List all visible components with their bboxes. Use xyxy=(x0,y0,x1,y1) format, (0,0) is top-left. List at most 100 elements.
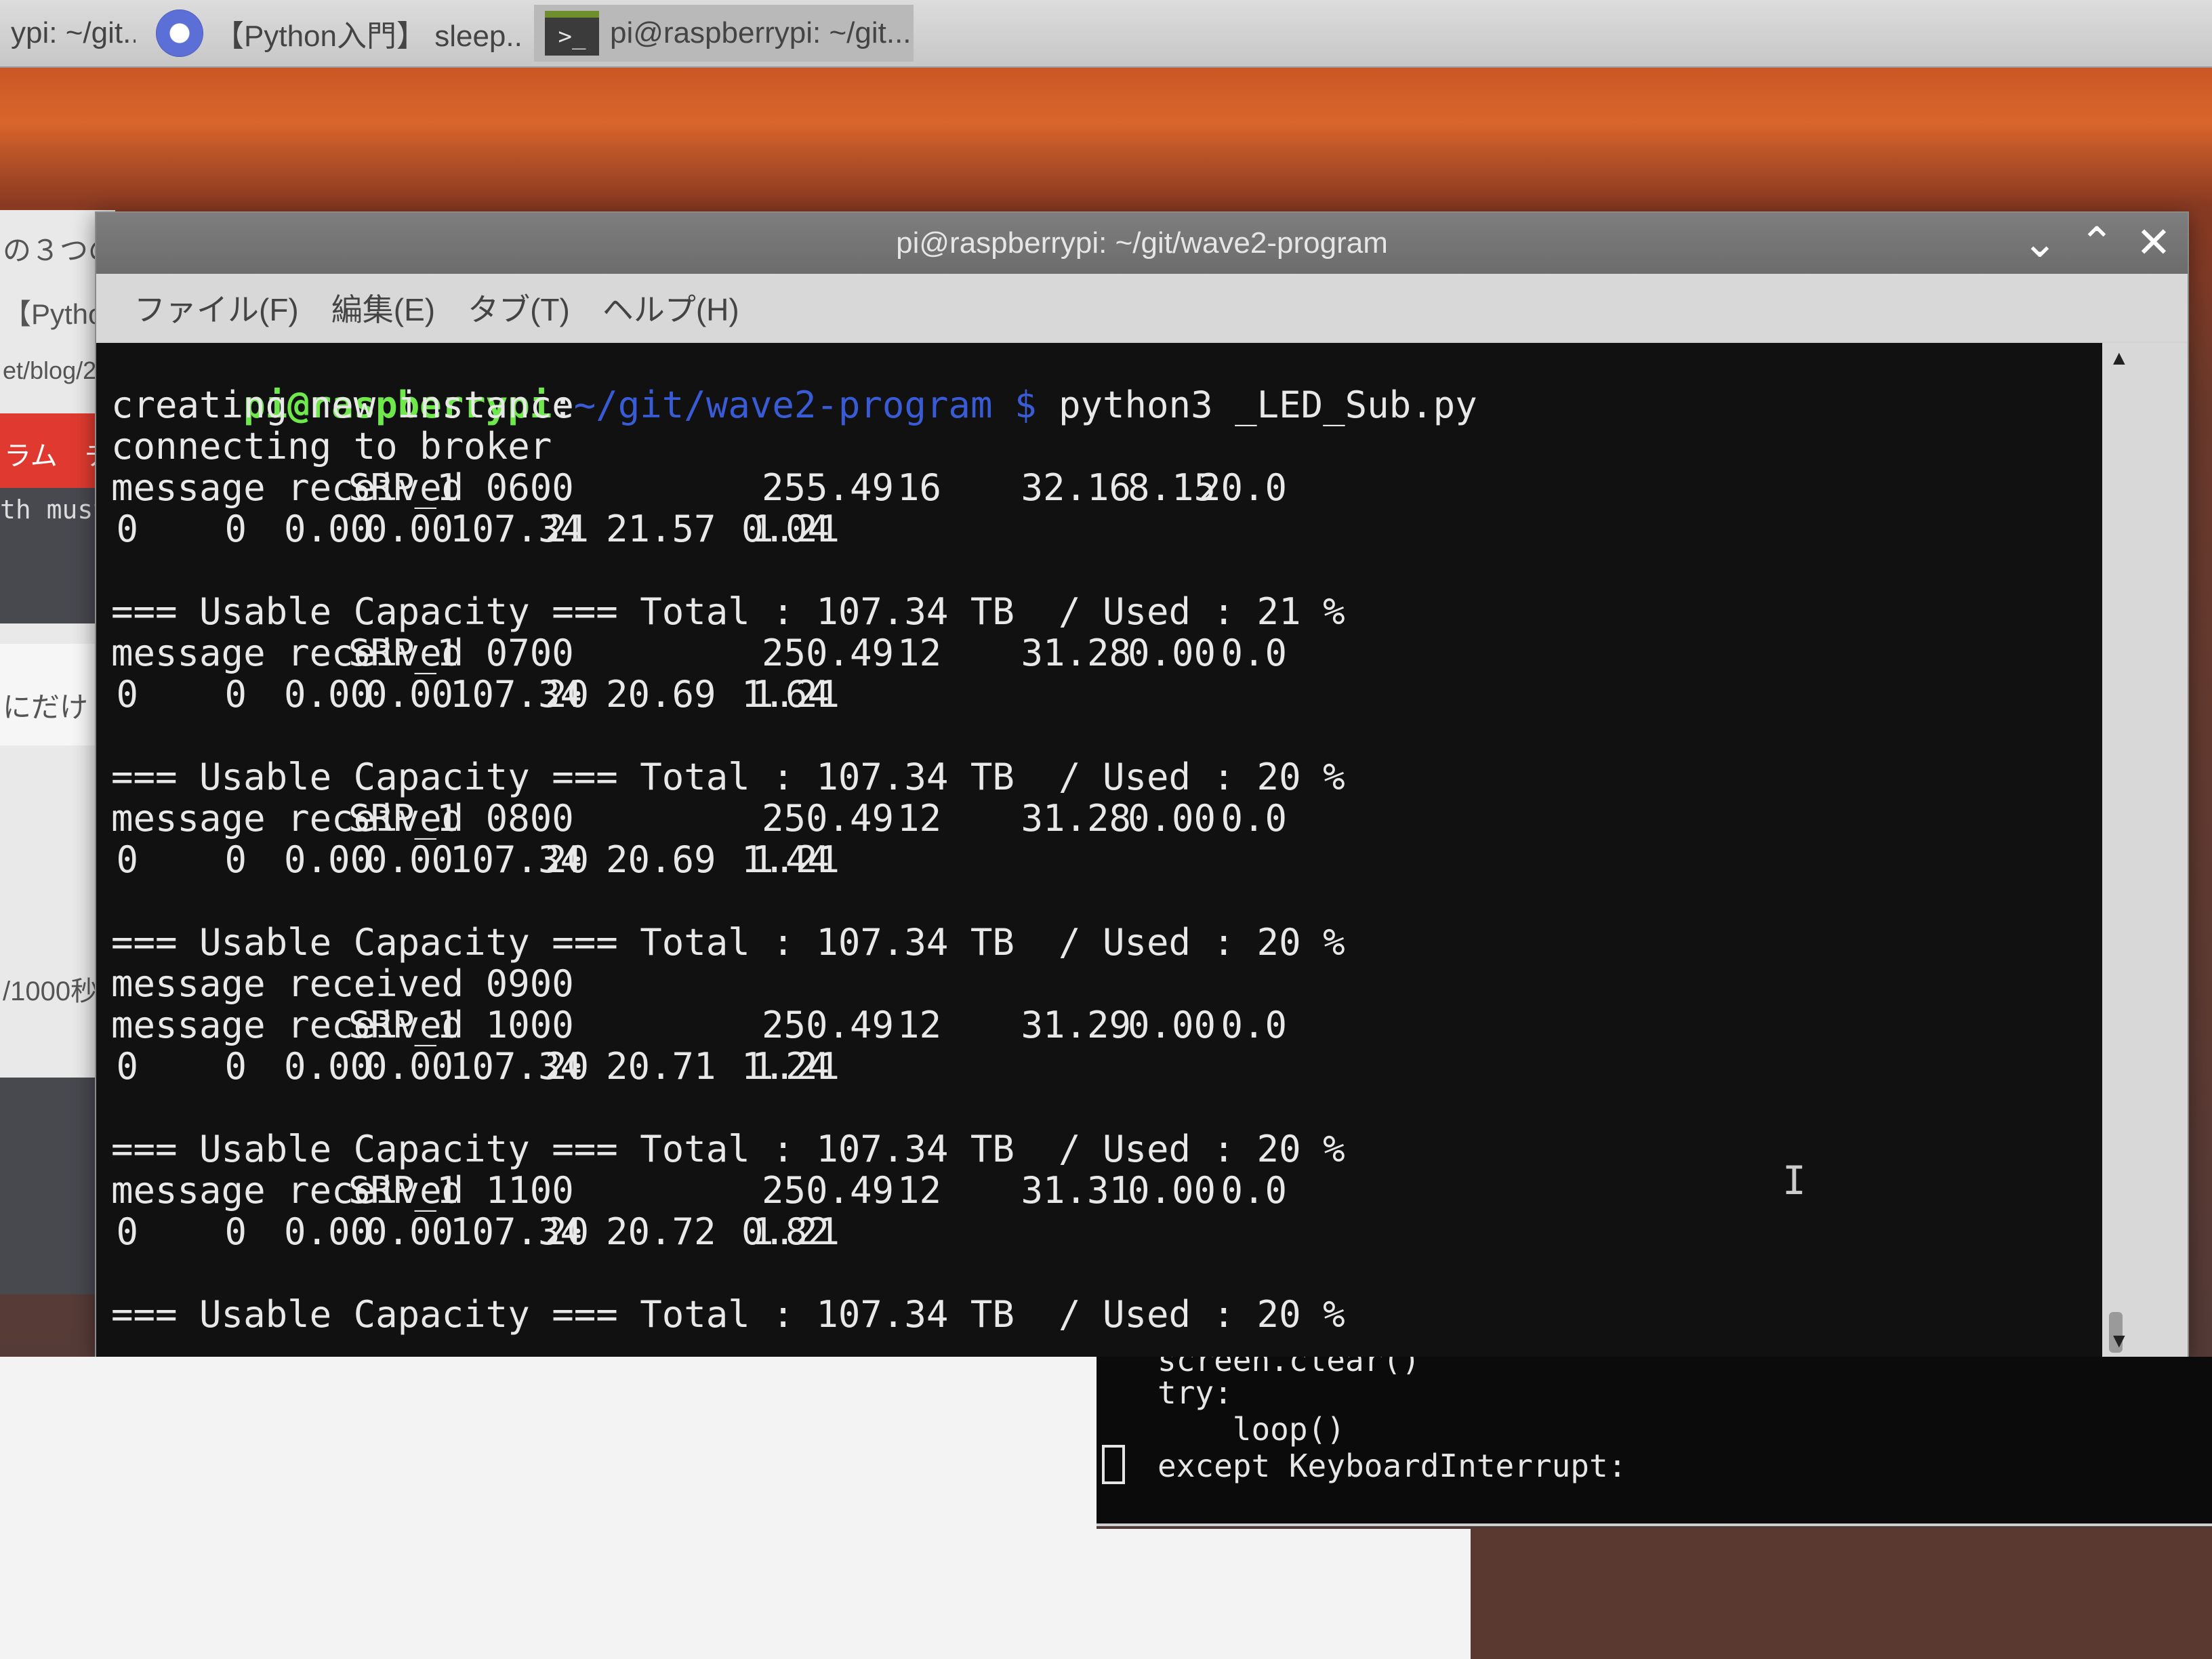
wallpaper xyxy=(1471,1529,2212,1659)
values-line: 0 0 0.00 0.00 107.34 20 20.69 1.21 1.44 xyxy=(111,839,2104,880)
value-cell: 0 xyxy=(224,673,247,716)
window-title: pi@raspberrypi: ~/git/wave2-program xyxy=(896,226,1388,260)
value-cell: 20 xyxy=(545,838,590,881)
value-cell: 1.44 xyxy=(741,838,830,881)
value-cell: 20.69 xyxy=(606,838,716,881)
message-line: message received 0700 SRP_1 250.49 12 31.28 0… xyxy=(111,632,2104,674)
value-cell: 20.0 xyxy=(1199,466,1288,509)
value-cell: 0 xyxy=(224,508,247,550)
menu-help[interactable]: ヘルプ(H) xyxy=(602,285,739,330)
value-cell: 0.00 xyxy=(365,1210,454,1253)
value-cell: 0.00 xyxy=(284,1210,373,1253)
value-cell: 0.00 xyxy=(284,673,373,716)
value-cell: 0 xyxy=(116,1210,138,1253)
value-cell: 0.00 xyxy=(365,673,454,716)
value-cell: 20.72 xyxy=(606,1210,716,1253)
srp-label: SRP_1 xyxy=(348,466,459,509)
taskbar-item-label: pi@raspberrypi: ~/git... xyxy=(610,16,912,49)
desktop-area xyxy=(1097,1529,1471,1659)
value-cell: 0.04 xyxy=(741,508,830,550)
values-line: 0 0 0.00 0.00 107.34 20 20.72 1.21 0.82 xyxy=(111,1211,2104,1252)
value-cell: 0.0 xyxy=(1221,632,1287,674)
values-line: 0 0 0.00 0.00 107.34 21 21.57 1.21 0.04 xyxy=(111,508,2104,550)
value-cell: 20 xyxy=(545,673,590,716)
prompt-line: pi@raspberrypi:~/git/wave2-program $ pyt… xyxy=(111,343,2104,426)
value-cell: 255.49 xyxy=(762,466,895,509)
value-cell: 250.49 xyxy=(762,1169,895,1212)
value-cell: 1.24 xyxy=(741,1045,830,1088)
value-cell: 16 xyxy=(897,466,941,509)
code-line: except KeyboardInterrupt: xyxy=(1158,1448,1627,1484)
terminal-icon: >_ xyxy=(545,11,599,56)
value-cell: 12 xyxy=(897,797,941,840)
value-cell: 107.34 xyxy=(450,508,583,550)
value-cell: 107.34 xyxy=(450,1210,583,1253)
value-cell: 12 xyxy=(897,632,941,674)
value-cell: 12 xyxy=(897,1004,941,1046)
message-text: message received 1000 xyxy=(111,1004,574,1046)
message-text: message received 1100 xyxy=(111,1169,574,1212)
code-line: try: xyxy=(1158,1374,1233,1411)
code-line: loop() xyxy=(1158,1411,1345,1448)
terminal-window: pi@raspberrypi: ~/git/wave2-program ⌄ ⌃ … xyxy=(95,211,2189,1357)
taskbar-item-terminal-1[interactable]: ypi: ~/git... xyxy=(0,5,136,62)
capacity-line: === Usable Capacity === Total : 107.34 T… xyxy=(111,921,1345,964)
value-cell: 0.00 xyxy=(365,838,454,881)
chevron-down-icon[interactable]: ⌄ xyxy=(2022,222,2057,264)
values-line: 0 0 0.00 0.00 107.34 20 20.71 1.21 1.24 xyxy=(111,1046,2104,1087)
value-cell: 21 xyxy=(545,508,590,550)
chevron-up-icon[interactable]: ⌃ xyxy=(2079,222,2114,264)
srp-label: SRP_1 xyxy=(348,1004,459,1046)
message-line: message received 0600 SRP_1 255.49 16 32.16 8… xyxy=(111,467,2104,508)
taskbar-item-label: 【Python入門】 sleep... xyxy=(214,20,525,53)
message-line: message received 1000 SRP_1 250.49 12 31.29 0… xyxy=(111,1004,2104,1046)
value-cell: 250.49 xyxy=(762,1004,895,1046)
value-cell: 20 xyxy=(545,1210,590,1253)
capacity-line: === Usable Capacity === Total : 107.34 T… xyxy=(111,590,1345,633)
message-text: message received 0700 xyxy=(111,632,574,674)
value-cell: 0.00 xyxy=(284,838,373,881)
value-cell: 107.34 xyxy=(450,673,583,716)
taskbar: ypi: ~/git... 【Python入門】 sleep... >_ pi@… xyxy=(0,0,2212,68)
ibeam-cursor-icon: I xyxy=(1782,1158,1806,1204)
window-titlebar[interactable]: pi@raspberrypi: ~/git/wave2-program ⌄ ⌃ … xyxy=(96,213,2188,274)
taskbar-item-label: ypi: ~/git... xyxy=(11,16,136,49)
value-cell: 250.49 xyxy=(762,797,895,840)
value-cell: 21.57 xyxy=(606,508,716,550)
menu-tabs[interactable]: タブ(T) xyxy=(468,285,570,330)
value-cell: 0.00 xyxy=(284,1045,373,1088)
taskbar-item-browser[interactable]: 【Python入門】 sleep... xyxy=(145,5,525,62)
menu-bar: ファイル(F) 編集(E) タブ(T) ヘルプ(H) xyxy=(96,274,2188,342)
value-cell: 0 xyxy=(116,1045,138,1088)
desktop-area xyxy=(0,1357,1097,1659)
srp-label: SRP_1 xyxy=(348,632,459,674)
scroll-down-icon[interactable]: ▼ xyxy=(2109,1330,2136,1353)
value-cell: 107.34 xyxy=(450,838,583,881)
menu-file[interactable]: ファイル(F) xyxy=(134,285,299,330)
menu-edit[interactable]: 編集(E) xyxy=(331,285,435,330)
code-editor-window[interactable]: screen.clear() try: loop() except Keyboa… xyxy=(1097,1357,2212,1526)
scrollbar[interactable]: ▲ ▼ xyxy=(2102,343,2188,1357)
message-text: message received 0800 xyxy=(111,797,574,840)
values-line: 0 0 0.00 0.00 107.34 20 20.69 1.21 1.64 xyxy=(111,674,2104,715)
value-cell: 0 xyxy=(224,1210,247,1253)
close-icon[interactable]: ✕ xyxy=(2136,222,2171,264)
value-cell: 0.00 xyxy=(284,508,373,550)
browser-icon xyxy=(156,9,203,57)
taskbar-item-terminal-2[interactable]: >_ pi@raspberrypi: ~/git... xyxy=(534,5,914,62)
value-cell: 0 xyxy=(224,1045,247,1088)
srp-label: SRP_1 xyxy=(348,797,459,840)
value-cell: 12 xyxy=(897,1169,941,1212)
output-line: connecting to broker xyxy=(111,425,552,468)
capacity-line: === Usable Capacity === Total : 107.34 T… xyxy=(111,756,1345,798)
value-cell: 0 xyxy=(116,673,138,716)
value-cell: 0.0 xyxy=(1221,1169,1287,1212)
code-line: screen.clear() xyxy=(1158,1357,2212,1374)
value-cell: 0.00 xyxy=(365,508,454,550)
scroll-up-icon[interactable]: ▲ xyxy=(2109,347,2136,370)
terminal-output[interactable]: pi@raspberrypi:~/git/wave2-program $ pyt… xyxy=(96,343,2104,1357)
